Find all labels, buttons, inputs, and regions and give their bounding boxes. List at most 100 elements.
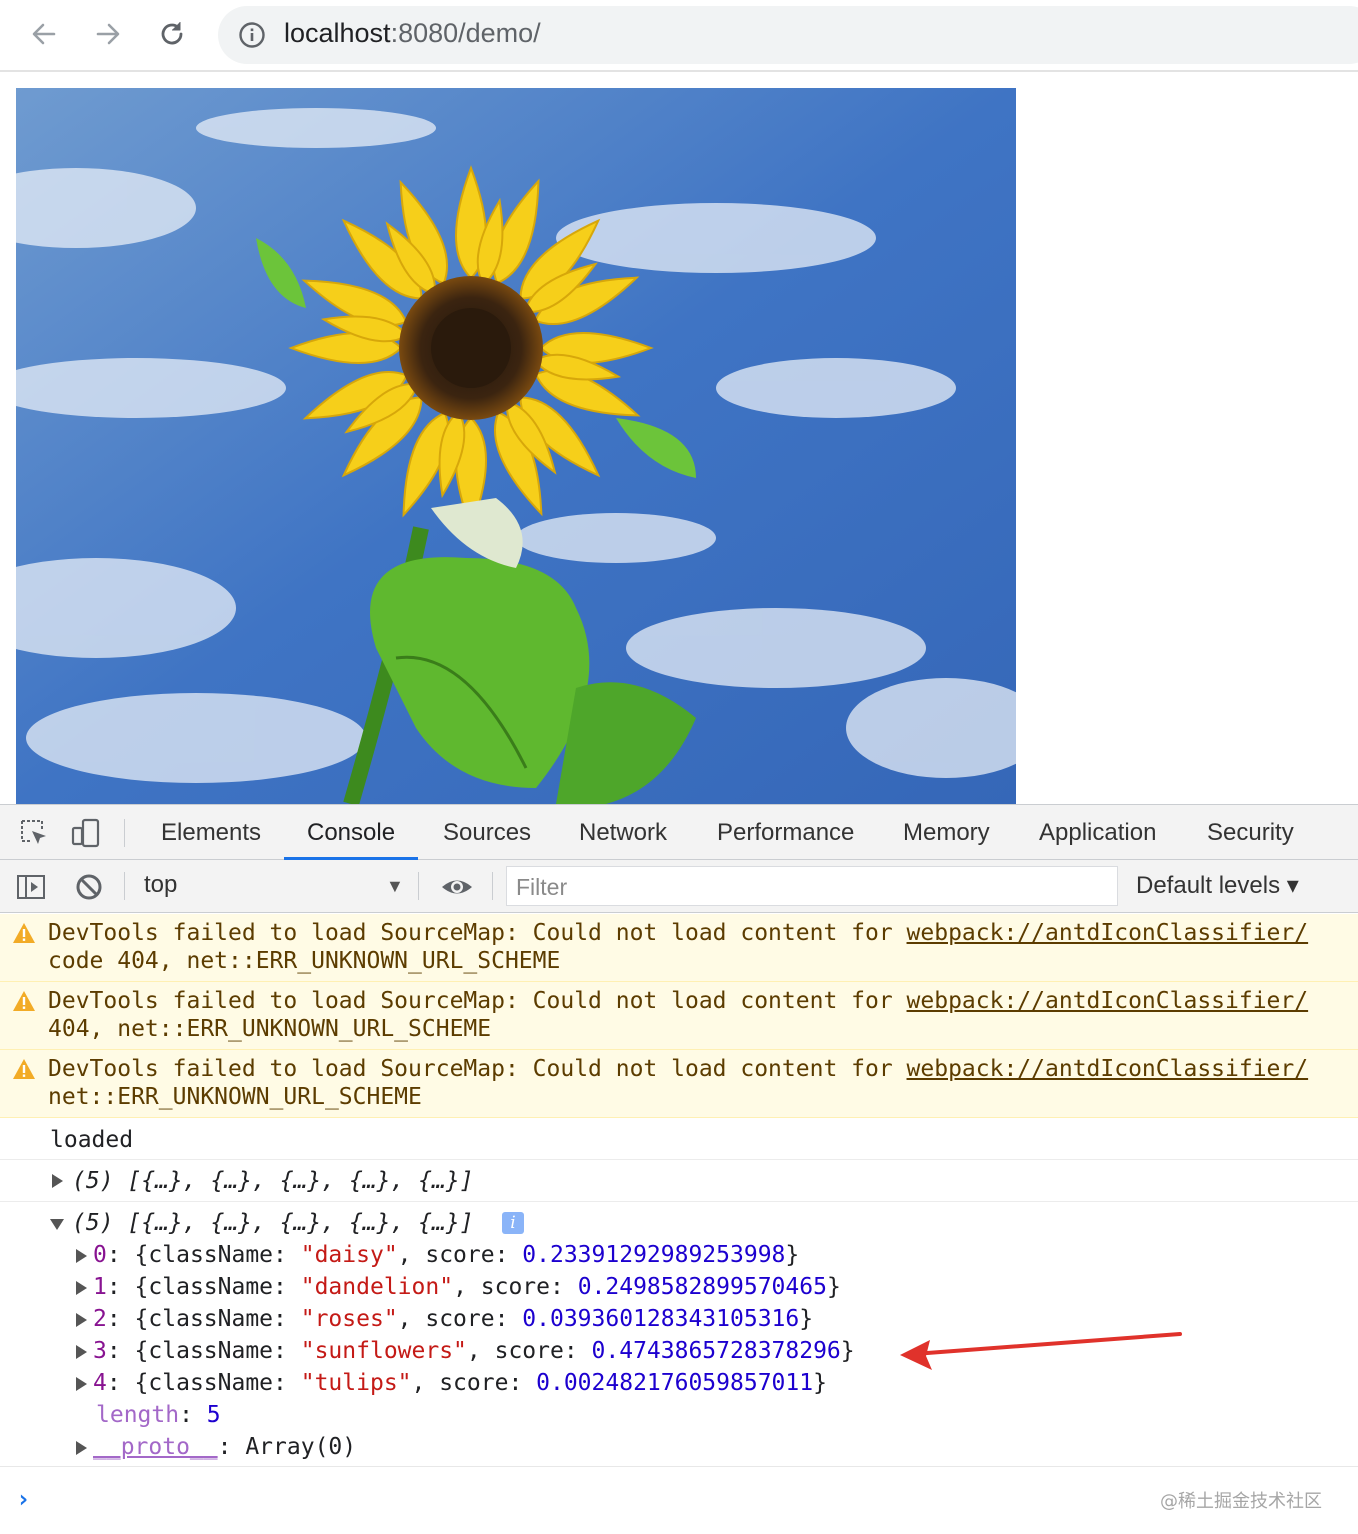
sourcemap-link[interactable]: webpack://antdIconClassifier/ xyxy=(907,988,1309,1014)
red-arrow-icon xyxy=(900,1332,1182,1370)
warning-detail: code 404, net::ERR_UNKNOWN_URL_SCHEME xyxy=(48,948,561,974)
console-prompt[interactable]: › @稀土掘金技术社区 xyxy=(0,1466,1358,1534)
warning-message: DevTools failed to load SourceMap: Could… xyxy=(0,914,1358,982)
chevron-down-icon[interactable]: ▼ xyxy=(386,876,404,897)
tab-memory[interactable]: Memory xyxy=(903,805,990,860)
log-levels-dropdown[interactable]: Default levels ▾ xyxy=(1136,871,1299,900)
warning-text: DevTools failed to load SourceMap: Could… xyxy=(48,988,907,1014)
toolbar-divider xyxy=(492,872,493,900)
url-text[interactable]: localhost:8080/demo/ xyxy=(284,18,541,49)
tab-console[interactable]: Console xyxy=(283,805,419,860)
entry-index: 4 xyxy=(93,1370,107,1396)
warning-message: DevTools failed to load SourceMap: Could… xyxy=(0,1050,1358,1118)
tab-sources[interactable]: Sources xyxy=(443,805,531,860)
warning-text: DevTools failed to load SourceMap: Could… xyxy=(48,920,907,946)
inspect-element-icon[interactable] xyxy=(18,817,50,849)
expand-triangle-icon[interactable] xyxy=(76,1249,87,1263)
warning-text: DevTools failed to load SourceMap: Could… xyxy=(48,1056,907,1082)
expand-triangle-icon[interactable] xyxy=(76,1281,87,1295)
tab-application[interactable]: Application xyxy=(1039,805,1156,860)
sunflower-image xyxy=(16,88,1016,804)
console-output: DevTools failed to load SourceMap: Could… xyxy=(0,914,1358,1534)
array-proto[interactable]: __proto__: Array(0) xyxy=(76,1434,356,1460)
toolbar-divider xyxy=(124,872,125,900)
reload-icon xyxy=(161,22,183,45)
sidebar-toggle-icon[interactable] xyxy=(16,872,46,902)
address-bar[interactable]: localhost:8080/demo/ xyxy=(218,6,1358,64)
array-entry-4[interactable]: 4: {className: "tulips", score: 0.002482… xyxy=(76,1370,827,1396)
tab-elements[interactable]: Elements xyxy=(161,805,261,860)
class-name-value: "dandelion" xyxy=(300,1274,454,1300)
collapse-triangle-icon[interactable] xyxy=(50,1219,64,1230)
tab-security[interactable]: Security xyxy=(1207,805,1294,860)
watermark: @稀土掘金技术社区 xyxy=(1160,1491,1322,1512)
toolbar-divider xyxy=(124,819,125,847)
arrow-left-icon xyxy=(32,23,56,45)
length-label: length xyxy=(96,1402,180,1428)
score-value: 0.002482176059857011 xyxy=(536,1370,814,1396)
filter-input[interactable]: Filter xyxy=(506,866,1118,906)
score-value: 0.2498582899570465 xyxy=(577,1274,827,1300)
back-button[interactable] xyxy=(24,14,64,54)
warning-line: DevTools failed to load SourceMap: Could… xyxy=(48,1056,1308,1082)
array-entry-3[interactable]: 3: {className: "sunflowers", score: 0.47… xyxy=(76,1338,855,1364)
warning-icon xyxy=(13,991,35,1011)
array-entry-0[interactable]: 0: {className: "daisy", score: 0.2339129… xyxy=(76,1242,799,1268)
tab-performance[interactable]: Performance xyxy=(717,805,854,860)
prompt-caret-icon: › xyxy=(16,1485,31,1513)
tab-network[interactable]: Network xyxy=(579,805,667,860)
console-toolbar: top ▼ Filter Default levels ▾ xyxy=(0,860,1358,913)
entry-index: 1 xyxy=(93,1274,107,1300)
expand-triangle-icon[interactable] xyxy=(76,1313,87,1327)
score-value: 0.039360128343105316 xyxy=(522,1306,800,1332)
url-host: localhost xyxy=(284,18,391,48)
warning-line: DevTools failed to load SourceMap: Could… xyxy=(48,920,1308,946)
proto-value: Array(0) xyxy=(245,1434,357,1460)
entry-index: 2 xyxy=(93,1306,107,1332)
class-name-value: "sunflowers" xyxy=(300,1338,467,1364)
array-summary[interactable]: (5) [{…}, {…}, {…}, {…}, {…}] xyxy=(72,1210,474,1236)
warning-icon xyxy=(13,923,35,943)
sourcemap-link[interactable]: webpack://antdIconClassifier/ xyxy=(907,920,1309,946)
reload-button[interactable] xyxy=(152,14,192,54)
array-entry-2[interactable]: 2: {className: "roses", score: 0.0393601… xyxy=(76,1306,813,1332)
class-name-value: "tulips" xyxy=(300,1370,412,1396)
toolbar-divider xyxy=(418,872,419,900)
device-toolbar-icon[interactable] xyxy=(70,817,102,849)
class-name-value: "roses" xyxy=(300,1306,398,1332)
filter-placeholder: Filter xyxy=(516,874,568,900)
array-entry-1[interactable]: 1: {className: "dandelion", score: 0.249… xyxy=(76,1274,841,1300)
browser-toolbar: localhost:8080/demo/ xyxy=(0,0,1358,72)
proto-label: __proto__ xyxy=(93,1434,218,1460)
log-message: loaded xyxy=(0,1118,1358,1160)
warning-icon xyxy=(13,1059,35,1079)
warning-line: DevTools failed to load SourceMap: Could… xyxy=(48,988,1308,1014)
eye-icon[interactable] xyxy=(440,872,474,902)
info-icon[interactable]: i xyxy=(502,1212,524,1234)
expand-triangle-icon[interactable] xyxy=(76,1345,87,1359)
warning-detail: net::ERR_UNKNOWN_URL_SCHEME xyxy=(48,1084,422,1110)
entry-index: 0 xyxy=(93,1242,107,1268)
warning-message: DevTools failed to load SourceMap: Could… xyxy=(0,982,1358,1050)
sourcemap-link[interactable]: webpack://antdIconClassifier/ xyxy=(907,1056,1309,1082)
length-value: 5 xyxy=(206,1402,221,1428)
warning-detail: 404, net::ERR_UNKNOWN_URL_SCHEME xyxy=(48,1016,492,1042)
score-value: 0.23391292989253998 xyxy=(522,1242,786,1268)
expand-triangle-icon[interactable] xyxy=(52,1174,63,1188)
devtools-tab-bar: Elements Console Sources Network Perform… xyxy=(0,804,1358,860)
clear-console-icon[interactable] xyxy=(74,872,104,902)
entry-index: 3 xyxy=(93,1338,107,1364)
array-length: length: 5 xyxy=(96,1402,221,1428)
score-value: 0.4743865728378296 xyxy=(591,1338,841,1364)
log-array-collapsed[interactable]: (5) [{…}, {…}, {…}, {…}, {…}] xyxy=(0,1160,1358,1202)
class-name-value: "daisy" xyxy=(300,1242,398,1268)
url-path: :8080/demo/ xyxy=(390,18,541,48)
expand-triangle-icon[interactable] xyxy=(76,1377,87,1391)
log-text: loaded xyxy=(50,1127,134,1153)
context-selector[interactable]: top xyxy=(144,871,177,899)
forward-button[interactable] xyxy=(88,14,128,54)
info-circle-icon[interactable] xyxy=(238,21,266,49)
arrow-right-icon xyxy=(96,23,120,45)
array-summary[interactable]: (5) [{…}, {…}, {…}, {…}, {…}] xyxy=(72,1168,474,1194)
expand-triangle-icon[interactable] xyxy=(76,1441,87,1455)
